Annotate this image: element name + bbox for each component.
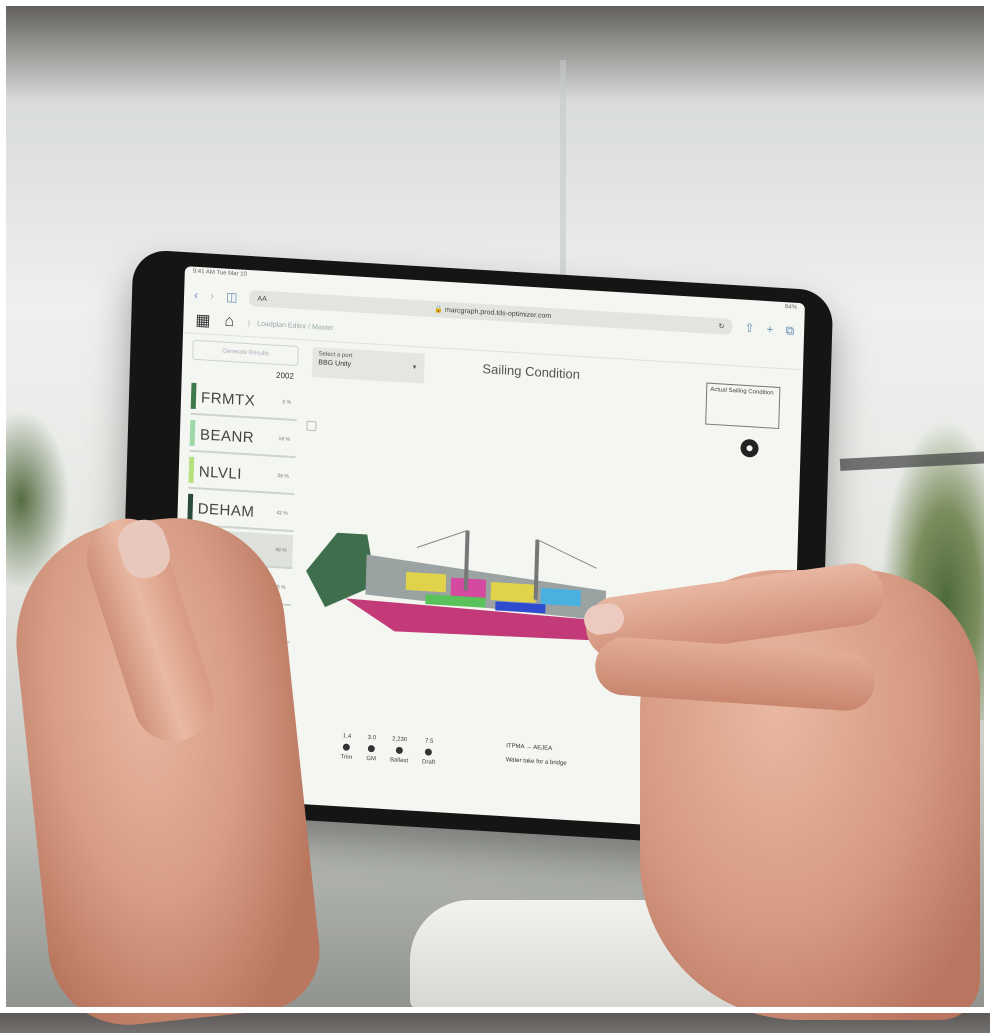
- info-icon[interactable]: [395, 746, 403, 755]
- back-icon[interactable]: ‹: [194, 288, 198, 302]
- port-item[interactable]: BEANR 18 %: [189, 417, 297, 459]
- menu-icon[interactable]: ▦: [195, 310, 211, 331]
- port-item[interactable]: FRMTX 0 %: [190, 380, 298, 422]
- port-color-bar: [190, 382, 197, 410]
- breadcrumb[interactable]: Loadplan Editor / Master: [248, 319, 334, 332]
- port-code: FRMTX: [200, 388, 256, 410]
- status-battery: 84%: [784, 304, 797, 311]
- stat-label: Trim: [340, 754, 353, 762]
- sailing-condition-legend[interactable]: Actual Sailing Condition: [705, 382, 781, 429]
- reader-mode-button[interactable]: AA: [257, 295, 267, 303]
- port-code: BEANR: [199, 425, 255, 447]
- crane-cable: [416, 530, 468, 548]
- port-percent: 18 %: [278, 436, 291, 443]
- reload-icon[interactable]: ↻: [718, 322, 724, 330]
- sidebar-year: 2002: [275, 370, 295, 381]
- cargo-block: [405, 571, 447, 593]
- cargo-block: [490, 582, 537, 603]
- forward-icon[interactable]: ›: [210, 289, 214, 303]
- stat-item: 1.4 Trim: [340, 733, 353, 761]
- share-icon[interactable]: ⇧: [744, 321, 754, 336]
- port-percent: 48 %: [275, 547, 287, 554]
- page-title: Sailing Condition: [482, 361, 581, 382]
- stat-value: 2,230: [392, 736, 408, 744]
- info-icon[interactable]: [343, 743, 351, 751]
- crane-mast: [533, 539, 540, 600]
- info-icon[interactable]: [425, 748, 433, 756]
- port-percent: 0 %: [282, 399, 292, 406]
- stat-label: GM: [366, 755, 377, 763]
- port-item[interactable]: NLVLI 26 %: [188, 454, 296, 496]
- route-info: ITPMA → AEJEA Water take for a bridge: [506, 739, 568, 771]
- generate-results-button[interactable]: Generate Results: [192, 339, 299, 367]
- port-code: DEHAM: [197, 499, 255, 521]
- port-percent: 26 %: [277, 473, 289, 480]
- tabs-icon[interactable]: ⧉: [785, 323, 794, 339]
- chevron-down-icon: ▾: [412, 363, 417, 372]
- port-code: NLVLI: [198, 462, 243, 483]
- status-time: 9:41 AM Tue Mar 10: [192, 268, 247, 278]
- stability-stats: 1.4 Trim 3.0 GM 2,230 Ballast 7.5 Draft: [340, 733, 435, 766]
- info-icon[interactable]: [367, 744, 376, 753]
- stat-label: Draft: [421, 759, 436, 766]
- stat-item: 7.5 Draft: [422, 738, 436, 766]
- stat-value: 3.0: [367, 734, 377, 742]
- url-text: 🔒 marcgraph.prod.tds-optimizer.com: [434, 306, 552, 321]
- port-select[interactable]: Select a port BBG Unity ▾: [311, 346, 425, 384]
- toggle-view-button[interactable]: [740, 438, 759, 458]
- route-note: Water take for a bridge: [505, 757, 567, 767]
- stat-value: 1.4: [342, 733, 352, 740]
- view-checkbox[interactable]: [306, 420, 317, 432]
- home-icon[interactable]: ⌂: [224, 313, 234, 332]
- stat-item: 3.0 GM: [366, 735, 376, 763]
- crane-mast: [463, 530, 470, 591]
- cargo-block: [540, 588, 581, 607]
- stat-item: 2,230 Ballast: [390, 736, 409, 764]
- stat-label: Ballast: [389, 757, 409, 765]
- port-color-bar: [188, 456, 195, 484]
- port-color-bar: [187, 493, 194, 521]
- port-percent: 42 %: [276, 510, 288, 517]
- stat-value: 7.5: [424, 738, 434, 745]
- crane-cable: [537, 539, 597, 569]
- new-tab-icon[interactable]: +: [766, 322, 773, 336]
- sidebar-toggle-icon[interactable]: ◫: [226, 290, 238, 305]
- port-color-bar: [189, 419, 196, 447]
